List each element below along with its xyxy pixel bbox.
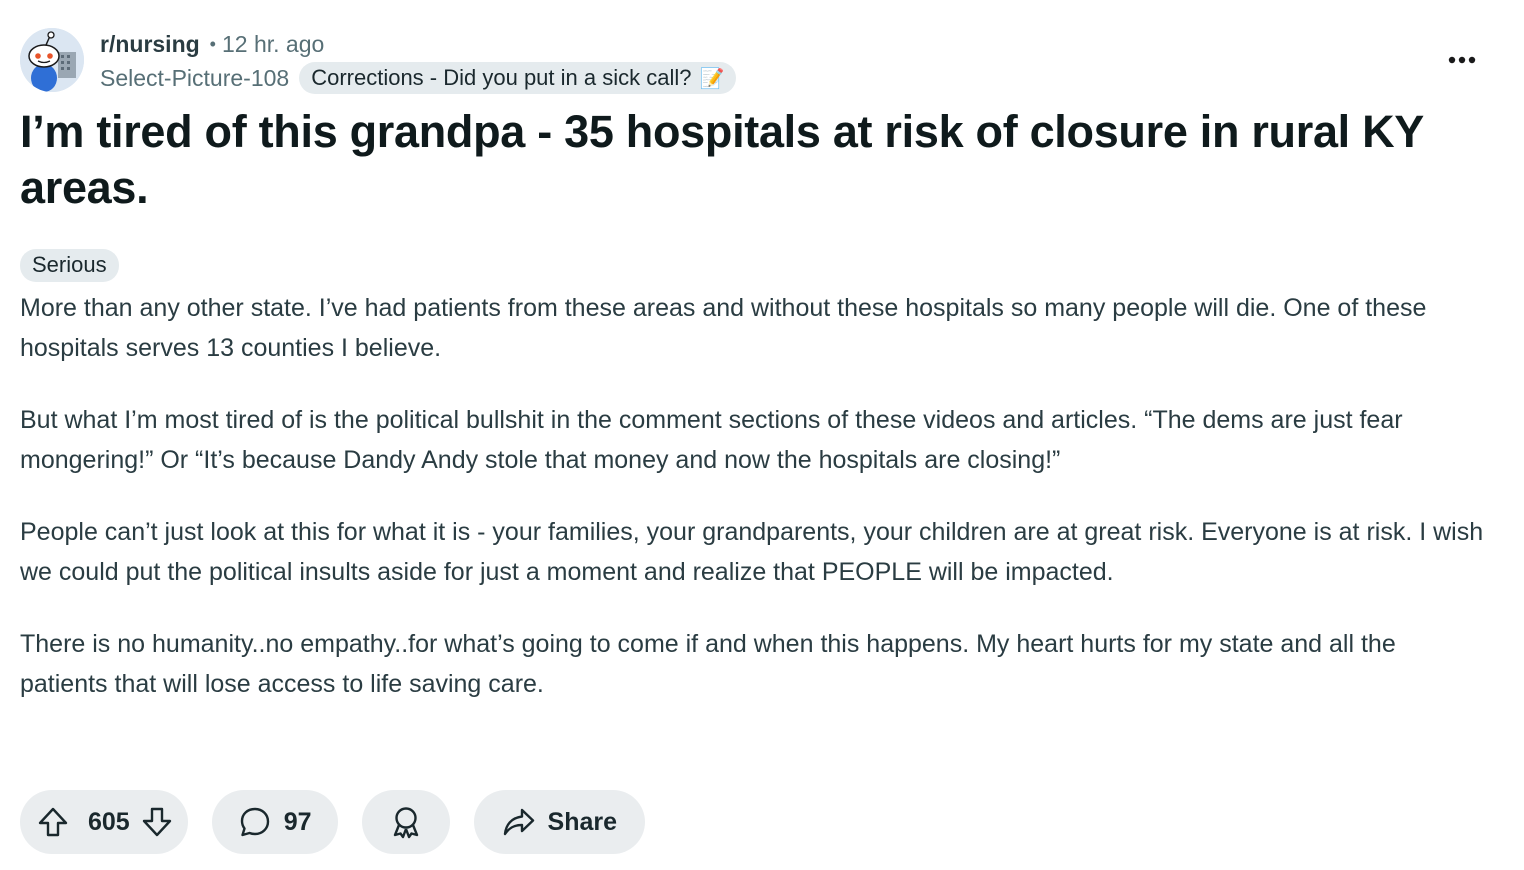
vote-group: 605 (20, 790, 188, 854)
author-username[interactable]: Select-Picture-108 (100, 65, 289, 92)
award-button[interactable] (361, 790, 450, 854)
user-flair: Corrections - Did you put in a sick call… (299, 62, 737, 94)
memo-emoji: 📝 (699, 67, 725, 90)
comment-count: 97 (283, 807, 312, 836)
post-header: r/nursing • 12 hr. ago Select-Picture-10… (20, 28, 1490, 94)
more-options-button[interactable] (1442, 42, 1482, 78)
upvote-arrow-icon (38, 807, 68, 837)
share-label: Share (547, 807, 618, 836)
post-actions: 605 97 Share (20, 790, 646, 854)
downvote-arrow-icon (142, 807, 171, 837)
meta-separator: • (209, 33, 216, 54)
comment-bubble-icon (238, 805, 272, 839)
more-options-icon (1448, 56, 1476, 64)
vote-count: 605 (88, 807, 130, 836)
post: r/nursing • 12 hr. ago Select-Picture-10… (20, 28, 1490, 736)
body-paragraph: More than any other state. I’ve had pati… (20, 294, 1427, 362)
award-icon (390, 805, 422, 839)
post-flair[interactable]: Serious (20, 249, 119, 282)
post-timestamp: 12 hr. ago (221, 30, 325, 57)
post-title[interactable]: I’m tired of this grandpa - 35 hospitals… (20, 104, 1490, 216)
subreddit-avatar[interactable] (20, 28, 84, 92)
upvote-button[interactable] (36, 805, 70, 839)
share-button[interactable]: Share (473, 790, 646, 854)
comments-button[interactable]: 97 (211, 790, 338, 854)
body-paragraph: But what I’m most tired of is the politi… (20, 406, 1403, 474)
downvote-button[interactable] (140, 805, 174, 839)
subreddit-link[interactable]: r/nursing (100, 31, 200, 58)
snoo-avatar-icon (20, 28, 84, 92)
post-body: More than any other state. I’ve had pati… (20, 288, 1490, 704)
body-paragraph: There is no humanity..no empathy..for wh… (20, 630, 1396, 698)
meta-line-subreddit: r/nursing • 12 hr. ago (100, 30, 736, 58)
post-meta: r/nursing • 12 hr. ago Select-Picture-10… (100, 30, 737, 94)
user-flair-text: Corrections - Did you put in a sick call… (311, 65, 692, 90)
share-arrow-icon (502, 806, 536, 838)
meta-line-user: Select-Picture-108 Corrections - Did you… (100, 62, 737, 94)
body-paragraph: People can’t just look at this for what … (20, 518, 1484, 586)
